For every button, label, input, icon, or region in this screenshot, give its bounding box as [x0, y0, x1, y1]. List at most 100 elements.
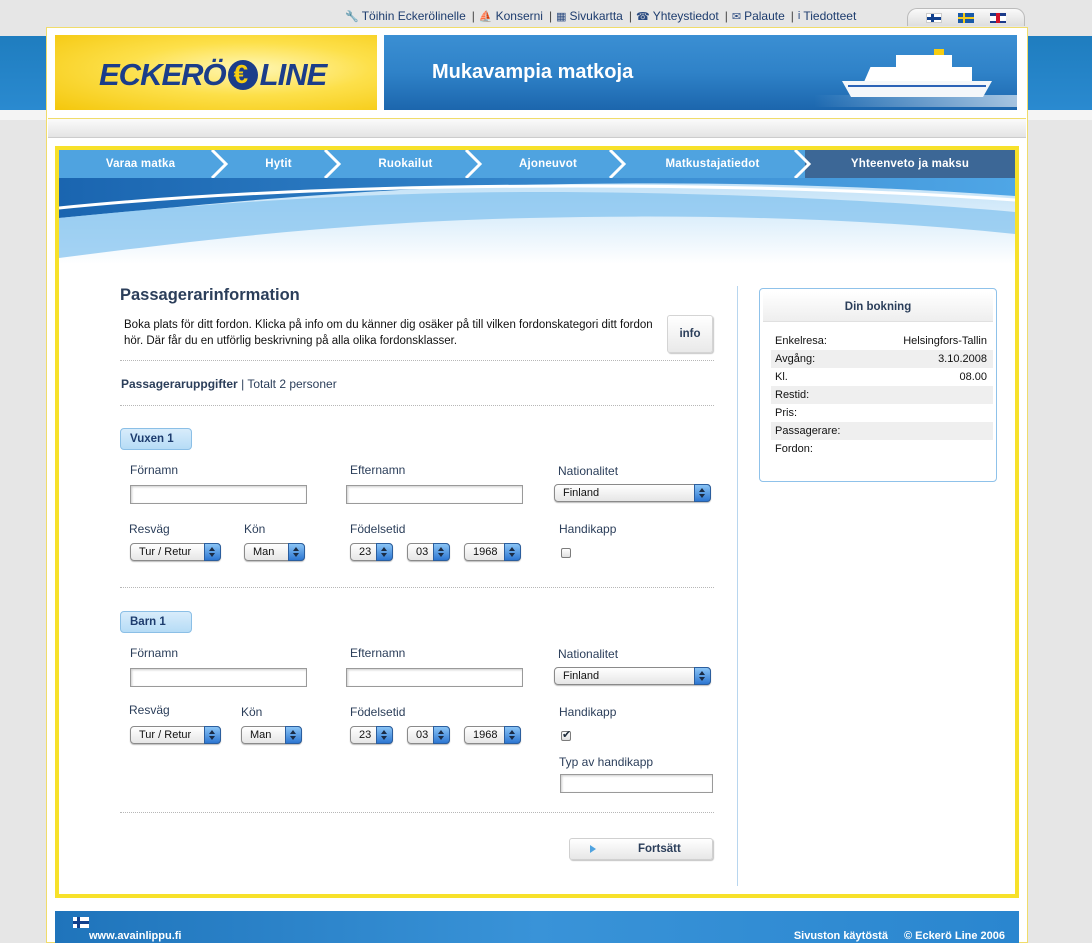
birth-year-select[interactable]: 1968: [464, 543, 521, 561]
firstname-label: Förnamn: [130, 463, 179, 477]
top-link-contact[interactable]: ☎ Yhteystiedot: [636, 9, 719, 23]
footer: www.avainlippu.fi Sivuston käytöstä © Eck…: [55, 911, 1019, 943]
birth-year-select[interactable]: 1968: [464, 726, 521, 744]
passenger-1-label: Vuxen 1: [120, 428, 192, 450]
finnish-flag-icon[interactable]: [926, 12, 942, 23]
passenger-2-label: Barn 1: [120, 611, 192, 633]
birth-month-value: 03: [416, 546, 429, 558]
footer-copyright: © Eckerö Line 2006: [903, 930, 1005, 942]
separator: |: [628, 9, 632, 23]
step-varaa-matka[interactable]: Varaa matka: [59, 150, 229, 178]
sitemap-icon: ▦: [556, 10, 567, 23]
ship-icon: ⛵: [478, 10, 493, 23]
top-link-news[interactable]: i Tiedotteet: [798, 9, 856, 23]
separator: |: [471, 9, 475, 23]
birth-day-select[interactable]: 23: [350, 543, 393, 561]
booking-summary-title: Din bokning: [763, 292, 993, 322]
step-hytit[interactable]: Hytit: [222, 150, 342, 178]
firstname-input[interactable]: [130, 485, 307, 504]
step-ruokailut[interactable]: Ruokailut: [335, 150, 483, 178]
nationality-select[interactable]: Finland: [554, 484, 711, 502]
header-banner: Mukavampia matkoja: [384, 35, 1017, 110]
booking-row-label: Passagerare:: [775, 425, 841, 437]
route-select[interactable]: Tur / Retur: [130, 726, 221, 744]
route-value: Tur / Retur: [139, 729, 192, 741]
booking-row: Fordon:: [771, 440, 993, 458]
continue-button[interactable]: Fortsätt: [569, 838, 713, 860]
gender-select[interactable]: Man: [244, 543, 305, 561]
ship-hull: [842, 81, 992, 97]
top-link-group-label[interactable]: Konserni: [496, 9, 543, 23]
swedish-flag-icon[interactable]: [958, 12, 974, 23]
column-divider: [737, 286, 738, 886]
lastname-input[interactable]: [346, 668, 523, 687]
birth-month-select[interactable]: 03: [407, 543, 450, 561]
top-link-careers[interactable]: 🔧 Töihin Eckerölinelle: [345, 9, 466, 23]
logo-text: ECKERÖ LINE: [99, 57, 328, 93]
birth-day-value: 23: [359, 546, 372, 558]
footer-url-link[interactable]: www.avainlippu.fi: [89, 930, 182, 942]
birth-month-select[interactable]: 03: [407, 726, 450, 744]
step-yhteenveto-ja-maksu[interactable]: Yhteenveto ja maksu: [805, 150, 1015, 178]
top-link-group[interactable]: ⛵ Konserni: [479, 9, 543, 23]
top-link-careers-label[interactable]: Töihin Eckerölinelle: [362, 9, 466, 23]
select-arrows-icon: [694, 484, 711, 502]
chevron-right-icon: [321, 150, 342, 178]
logo[interactable]: ECKERÖ LINE: [55, 35, 377, 110]
footer-links: Sivuston käytöstä © Eckerö Line 2006: [778, 930, 1005, 942]
nationality-value: Finland: [563, 670, 600, 682]
top-link-feedback[interactable]: ✉ Palaute: [732, 9, 785, 23]
select-arrows-icon: [504, 543, 521, 561]
chevron-right-icon: [606, 150, 627, 178]
footer-about-link[interactable]: Sivuston käytöstä: [794, 930, 888, 942]
route-select[interactable]: Tur / Retur: [130, 543, 221, 561]
handicap-checkbox[interactable]: [561, 548, 571, 558]
lastname-label: Efternamn: [350, 463, 406, 477]
booking-row-value: 08.00: [959, 371, 987, 383]
top-link-sitemap[interactable]: ▦ Sivukartta: [556, 9, 623, 23]
handicap-type-input[interactable]: [560, 774, 713, 793]
select-arrows-icon: [204, 543, 221, 561]
booking-row: Avgång: 3.10.2008: [771, 350, 993, 368]
step-label: Ajoneuvot: [518, 158, 578, 170]
firstname-input[interactable]: [130, 668, 307, 687]
top-link-contact-label[interactable]: Yhteystiedot: [653, 9, 719, 23]
handicap-label: Handikapp: [559, 522, 617, 536]
top-link-news-label[interactable]: Tiedotteet: [803, 9, 856, 23]
birth-year-value: 1968: [473, 729, 498, 741]
birth-year-value: 1968: [473, 546, 498, 558]
booking-row: Passagerare:: [771, 422, 993, 440]
top-link-sitemap-label[interactable]: Sivukartta: [570, 9, 623, 23]
handicap-type-label: Typ av handikapp: [559, 755, 654, 769]
birth-day-select[interactable]: 23: [350, 726, 393, 744]
step-ajoneuvot[interactable]: Ajoneuvot: [476, 150, 627, 178]
banner-title: Mukavampia matkoja: [432, 61, 634, 83]
gender-label: Kön: [241, 705, 263, 719]
select-arrows-icon: [504, 726, 521, 744]
select-arrows-icon: [376, 543, 393, 561]
step-matkustajatiedot[interactable]: Matkustajatiedot: [620, 150, 812, 178]
birth-month-value: 03: [416, 729, 429, 741]
decorative-wave: [59, 178, 1015, 264]
uk-flag-icon[interactable]: [990, 12, 1006, 23]
euro-disc-icon: [227, 59, 258, 90]
logo-text-right: LINE: [259, 57, 328, 92]
nationality-value: Finland: [563, 487, 600, 499]
separator: |: [790, 9, 794, 23]
passenger-total: Totalt 2 personer: [247, 377, 337, 391]
lastname-input[interactable]: [346, 485, 523, 504]
route-value: Tur / Retur: [139, 546, 192, 558]
birthdate-label: Födelsetid: [350, 705, 406, 719]
wrench-icon: 🔧: [345, 10, 359, 23]
select-arrows-icon: [285, 726, 302, 744]
select-arrows-icon: [376, 726, 393, 744]
handicap-checkbox[interactable]: [561, 728, 571, 741]
nationality-select[interactable]: Finland: [554, 667, 711, 685]
booking-summary: Din bokning Enkelresa: Helsingfors-Tallin…: [759, 288, 997, 482]
info-button[interactable]: info: [667, 315, 713, 353]
top-link-feedback-label[interactable]: Palaute: [744, 9, 785, 23]
divider: [120, 812, 714, 813]
phone-icon: ☎: [635, 10, 650, 23]
gender-select[interactable]: Man: [241, 726, 302, 744]
sub-header-bar: [48, 118, 1026, 138]
